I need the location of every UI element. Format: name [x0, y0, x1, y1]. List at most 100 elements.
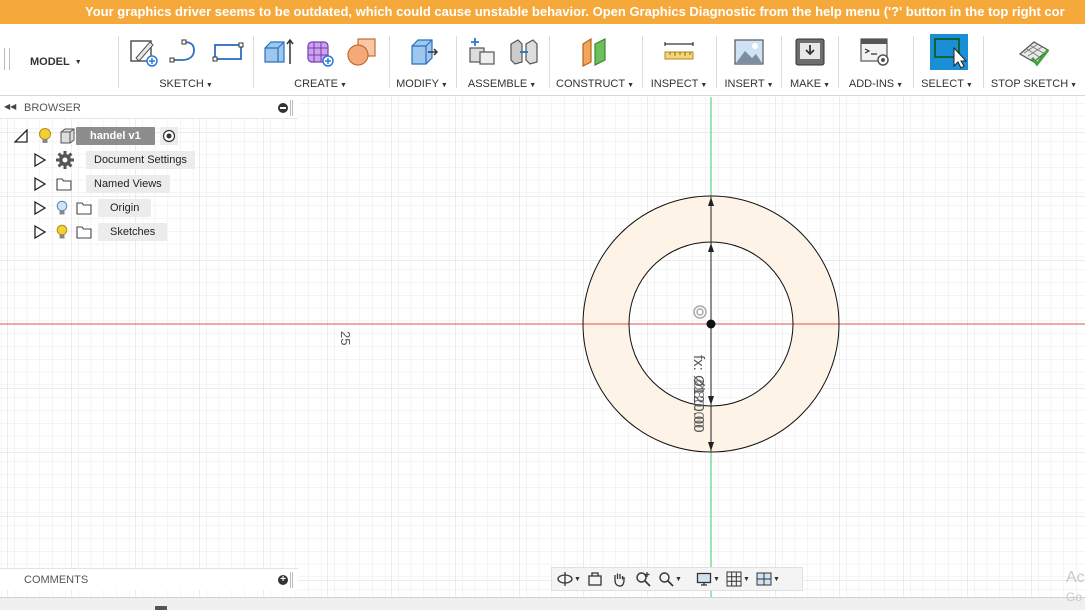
- create-menu[interactable]: CREATE ▼: [258, 78, 383, 90]
- select-tool-active-bg[interactable]: [930, 34, 968, 70]
- line-icon[interactable]: [168, 36, 200, 68]
- toolbar-divider: [983, 36, 984, 88]
- activation-watermark: Ac: [1066, 569, 1085, 586]
- toolbar-divider: [456, 36, 457, 88]
- toolbar-divider: [118, 36, 119, 88]
- toolbar-group-modify: MODIFY ▼: [392, 24, 452, 96]
- grid-settings-button[interactable]: ▼: [724, 569, 752, 589]
- insert-menu[interactable]: INSERT ▼: [720, 78, 778, 90]
- activation-watermark-line2: Go: [1066, 590, 1083, 604]
- toolbar-group-add-ins: ADD-INS ▼: [842, 24, 910, 96]
- collapse-panel-icon[interactable]: ◀◀: [4, 102, 16, 111]
- stop-sketch-button[interactable]: STOP SKETCH ▼: [986, 78, 1082, 90]
- add-comment-icon[interactable]: +: [278, 575, 288, 585]
- bulb-on-icon[interactable]: [38, 127, 52, 145]
- grid: [0, 97, 1085, 597]
- browser-panel-header[interactable]: ◀◀ BROWSER: [0, 97, 298, 119]
- make-menu[interactable]: MAKE ▼: [784, 78, 836, 90]
- bulb-off-icon[interactable]: [56, 200, 68, 216]
- toolbar-grip[interactable]: [4, 48, 10, 70]
- comments-title: COMMENTS: [24, 574, 89, 586]
- browser-item-label: Document Settings: [86, 151, 195, 169]
- chevron-down-icon: ▼: [627, 82, 634, 89]
- toolbar-group-stop-sketch: STOP SKETCH ▼: [986, 24, 1082, 96]
- activate-radio-icon[interactable]: [159, 127, 178, 145]
- combine-icon[interactable]: [346, 36, 378, 68]
- zoom-window-icon: [659, 572, 674, 587]
- hand-icon: [614, 573, 625, 587]
- chevron-down-icon: ▼: [823, 82, 831, 89]
- comments-panel-header[interactable]: COMMENTS +: [0, 568, 298, 590]
- gear-icon: [56, 151, 74, 169]
- toolbar-group-inspect: INSPECT ▼: [646, 24, 712, 96]
- chevron-down-icon: ▼: [896, 82, 904, 89]
- zoom-button[interactable]: [632, 569, 654, 589]
- viewports-button[interactable]: ▼: [754, 569, 782, 589]
- form-icon[interactable]: [304, 36, 336, 68]
- extrude-icon[interactable]: [262, 36, 294, 68]
- browser-item-origin[interactable]: Origin: [34, 198, 152, 218]
- toolbar-divider: [781, 36, 782, 88]
- root-component-label[interactable]: handel v1: [76, 127, 155, 145]
- display-icon: [696, 572, 712, 586]
- 3d-print-icon[interactable]: [794, 36, 826, 68]
- expand-toggle-icon[interactable]: [14, 129, 28, 143]
- modify-menu[interactable]: MODIFY ▼: [392, 78, 452, 90]
- display-settings-button[interactable]: ▼: [694, 569, 722, 589]
- offset-plane-icon[interactable]: [579, 36, 611, 68]
- timeline-bar[interactable]: [0, 597, 1085, 610]
- center-point[interactable]: [706, 319, 716, 329]
- modify-menu-label: MODIFY: [396, 78, 439, 90]
- browser-item-label: Sketches: [98, 223, 168, 241]
- stop-sketch-icon[interactable]: [1018, 36, 1050, 68]
- add-ins-menu-label: ADD-INS: [848, 78, 895, 90]
- zoom-icon: [636, 572, 651, 587]
- panel-resize-handle[interactable]: [290, 100, 293, 116]
- browser-item-document-settings[interactable]: Document Settings: [34, 150, 195, 170]
- new-component-icon[interactable]: [466, 36, 498, 68]
- toolbar-group-create: CREATE ▼: [258, 24, 383, 96]
- grid-scale-label: 25: [338, 331, 353, 345]
- browser-item-label: Origin: [98, 199, 152, 217]
- measure-icon[interactable]: [663, 36, 695, 68]
- create-sketch-icon[interactable]: [128, 36, 160, 68]
- browser-root-node[interactable]: handel v1: [14, 126, 178, 146]
- browser-item-sketches[interactable]: Sketches: [34, 222, 168, 242]
- timeline-marker[interactable]: [155, 606, 167, 610]
- minimize-icon[interactable]: [278, 103, 288, 113]
- dimension-text-inner[interactable]: Ø80.00: [690, 379, 707, 428]
- design-canvas[interactable]: fx: Ø120.00 Ø80.00 25: [0, 97, 1085, 597]
- bulb-on-icon[interactable]: [56, 224, 68, 240]
- select-menu[interactable]: SELECT ▼: [916, 78, 978, 90]
- joint-icon[interactable]: [508, 36, 540, 68]
- orbit-button[interactable]: ▼: [556, 569, 582, 589]
- expand-arrow-icon[interactable]: [34, 201, 46, 215]
- construct-menu[interactable]: CONSTRUCT ▼: [552, 78, 638, 90]
- create-menu-label: CREATE: [294, 78, 338, 90]
- browser-item-label: Named Views: [86, 175, 170, 193]
- workspace-switcher[interactable]: MODEL ▼: [30, 42, 110, 82]
- chevron-down-icon: ▼: [529, 82, 537, 89]
- look-at-button[interactable]: [584, 569, 606, 589]
- select-menu-label: SELECT: [921, 78, 964, 90]
- pan-button[interactable]: [608, 569, 630, 589]
- fit-button[interactable]: ▼: [656, 569, 684, 589]
- assemble-menu[interactable]: ASSEMBLE ▼: [460, 78, 544, 90]
- expand-arrow-icon[interactable]: [34, 225, 46, 239]
- chevron-down-icon: ▼: [74, 58, 82, 66]
- chevron-down-icon: ▼: [205, 82, 213, 89]
- panel-resize-handle[interactable]: [290, 572, 293, 588]
- scripts-icon[interactable]: [859, 36, 891, 68]
- inspect-menu[interactable]: INSPECT ▼: [646, 78, 712, 90]
- expand-arrow-icon[interactable]: [34, 153, 46, 167]
- toolbar-group-construct: CONSTRUCT ▼: [552, 24, 638, 96]
- chevron-down-icon: ▼: [675, 575, 682, 583]
- browser-item-named-views[interactable]: Named Views: [34, 174, 170, 194]
- add-ins-menu[interactable]: ADD-INS ▼: [842, 78, 910, 90]
- viewports-icon: [756, 572, 772, 586]
- insert-image-icon[interactable]: [733, 36, 765, 68]
- rectangle-icon[interactable]: [212, 36, 244, 68]
- expand-arrow-icon[interactable]: [34, 177, 46, 191]
- press-pull-icon[interactable]: [406, 36, 438, 68]
- sketch-menu[interactable]: SKETCH ▼: [124, 78, 248, 90]
